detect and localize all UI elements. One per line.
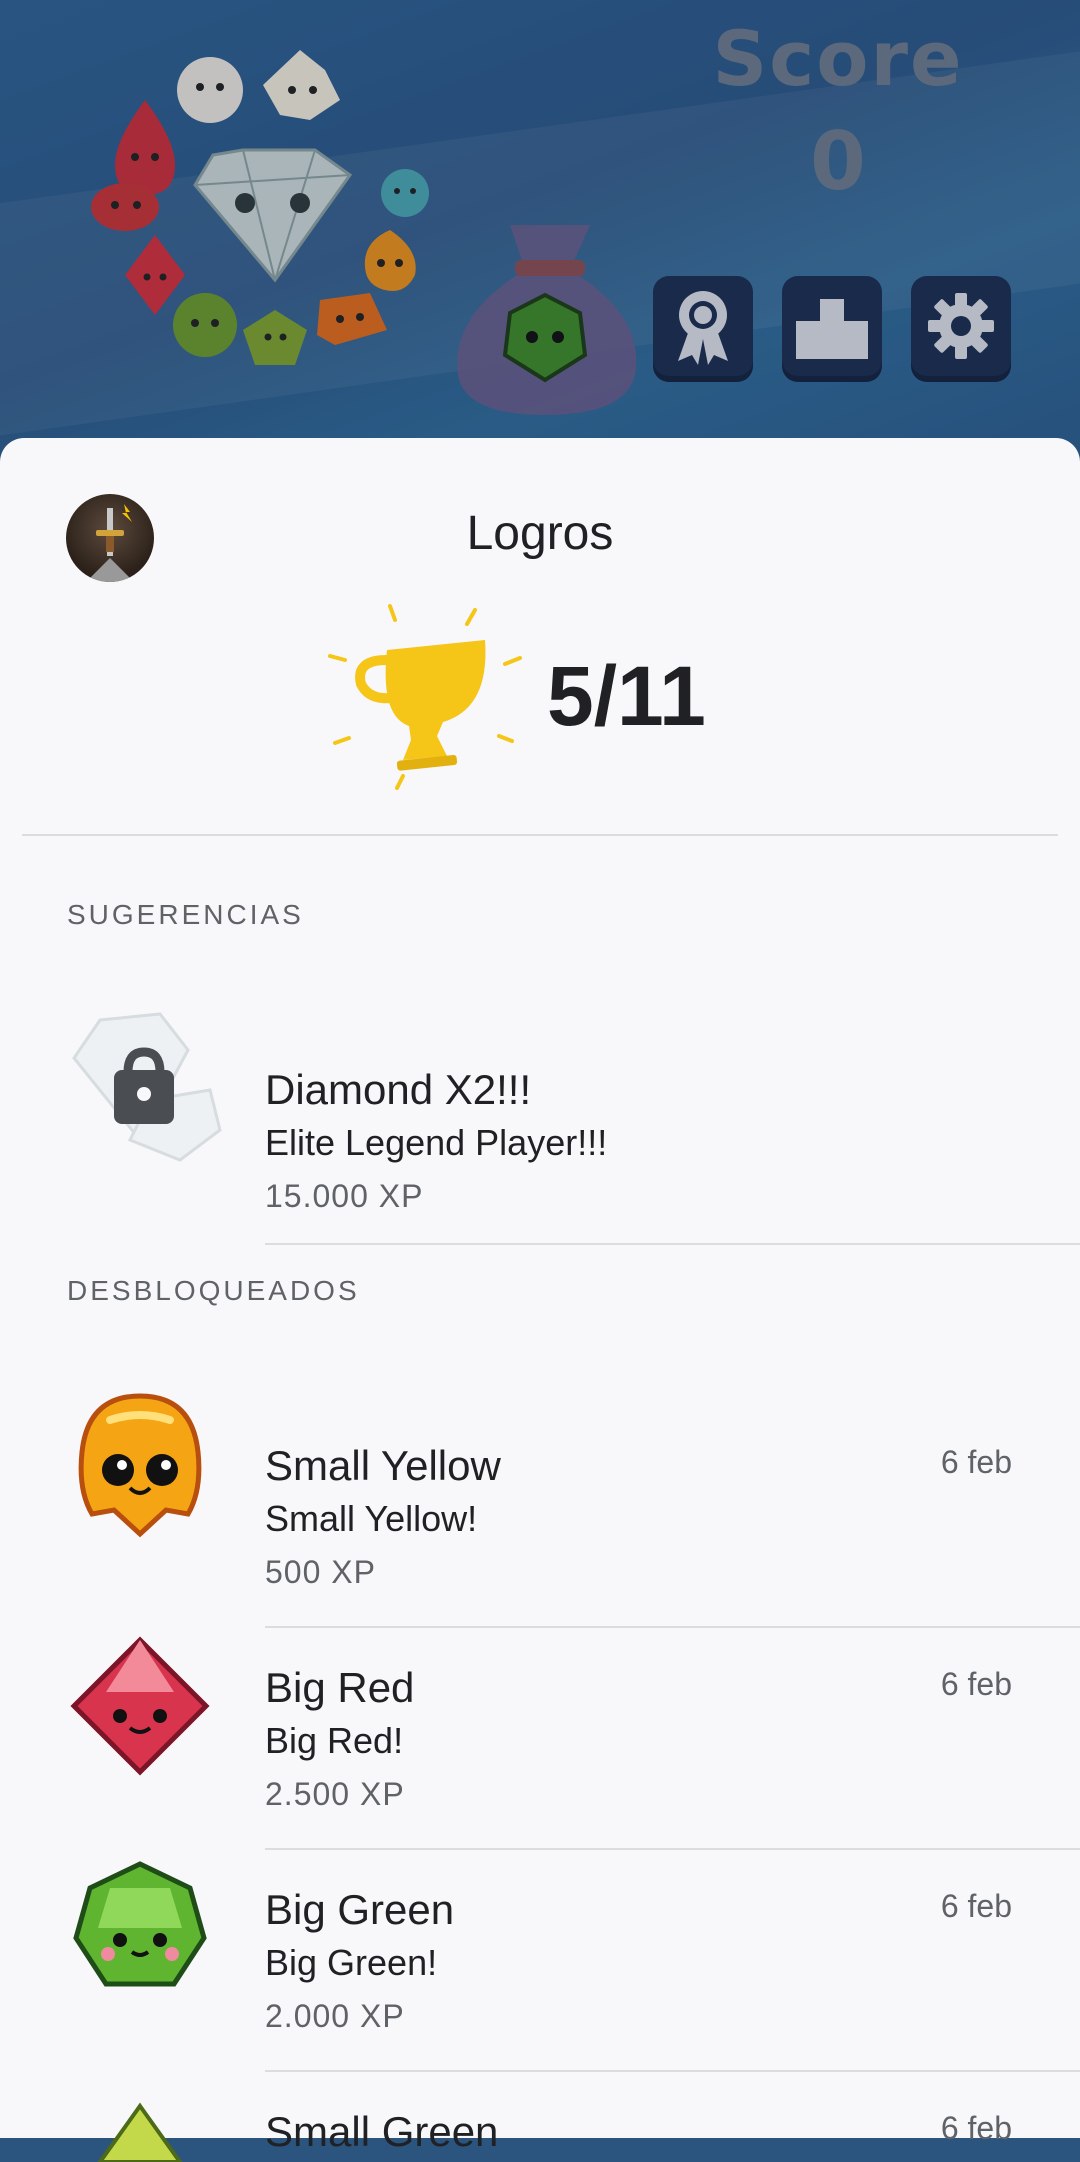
achievement-name: Small Yellow [265,1442,501,1489]
achievements-count: 5/11 [547,649,706,743]
achievement-xp: 2.500 XP [265,1776,405,1812]
red-gem-icon [70,1636,210,1776]
background-scrim [0,0,1080,470]
row-divider [265,1626,1080,1628]
page-title: Logros [466,507,614,560]
achievement-description: Big Green! [265,1942,438,1983]
achievement-xp: 15.000 XP [265,1178,424,1214]
achievement-name: Big Green [265,1886,455,1933]
unlocked-heading: DESBLOQUEADOS [67,1275,360,1306]
achievements-sheet: Logros 5/11 SUGERENCIAS Diamond X2!!! El… [0,438,1080,2162]
achievement-date: 6 feb [940,1666,1012,1702]
achievement-xp: 500 XP [265,1554,376,1590]
achievement-name: Small Green [265,2108,499,2155]
row-divider [265,1848,1080,1850]
achievement-date: 6 feb [940,1888,1012,1924]
locked-diamond-icon [72,1012,222,1162]
trophy-icon [328,604,522,790]
achievement-description: Small Yellow! [265,1498,478,1539]
achievement-xp: 2.000 XP [265,1998,405,2034]
yellow-gem-icon [78,1393,202,1538]
achievement-date: 6 feb [940,2110,1012,2146]
suggestions-heading: SUGERENCIAS [67,899,304,930]
small-green-gem-icon [97,2102,183,2162]
row-divider [265,2070,1080,2072]
row-divider [265,1243,1080,1245]
divider [22,834,1058,836]
game-background: Score 0 [0,0,1080,470]
achievement-name: Big Red [265,1664,415,1711]
achievement-description: Elite Legend Player!!! [265,1122,608,1163]
achievement-name: Diamond X2!!! [265,1066,532,1113]
achievement-description: Big Red! [265,1720,404,1761]
green-gem-icon [73,1861,207,1987]
achievement-date: 6 feb [940,1444,1012,1480]
